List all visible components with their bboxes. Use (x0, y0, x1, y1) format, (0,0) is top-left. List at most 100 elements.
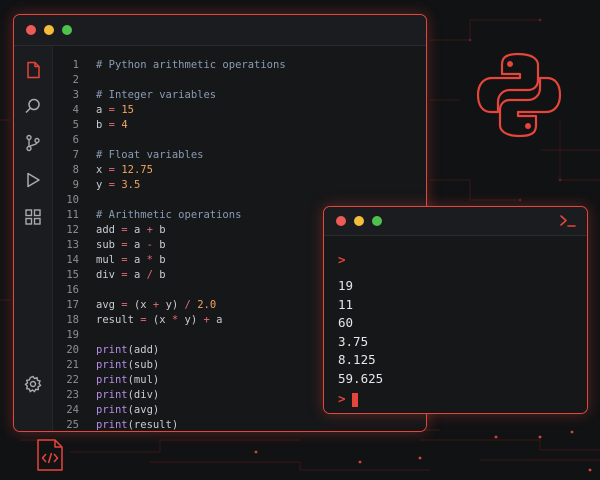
code-text: print(mul) (96, 373, 159, 388)
terminal-prompt-line: > (338, 252, 346, 268)
terminal-minimize-button[interactable] (354, 216, 364, 226)
prompt-symbol: > (338, 252, 346, 267)
code-token: 15 (121, 104, 134, 116)
code-line[interactable]: 6 (53, 133, 426, 148)
terminal-output-line: 19 (338, 278, 354, 293)
code-token: (result) (127, 419, 179, 431)
line-number: 13 (66, 239, 79, 251)
activity-bar (14, 46, 53, 431)
minimize-button[interactable] (44, 25, 54, 35)
code-token: 4 (121, 119, 128, 131)
code-text: div = a / b (96, 268, 166, 283)
code-text: # Integer variables (96, 88, 216, 103)
code-text: sub = a - b (96, 238, 166, 253)
code-text: # Arithmetic operations (96, 208, 241, 223)
code-token: b (152, 239, 166, 251)
code-token: 12.75 (121, 164, 153, 176)
maximize-button[interactable] (62, 25, 72, 35)
code-token: (avg) (127, 404, 160, 416)
code-line[interactable]: 7 # Float variables (53, 148, 426, 163)
code-token: a (96, 104, 109, 116)
extensions-icon[interactable] (24, 208, 42, 226)
editor-titlebar (14, 15, 426, 46)
line-number: 4 (72, 104, 79, 116)
python-logo (476, 52, 562, 138)
code-token: mul (96, 254, 122, 266)
file-icon[interactable] (24, 61, 42, 79)
code-token: a (127, 269, 147, 281)
line-number: 17 (66, 299, 79, 311)
line-number: 25 (66, 419, 79, 431)
code-token: (sub) (127, 359, 160, 371)
settings-icon[interactable] (24, 375, 42, 393)
code-line[interactable]: 1 # Python arithmetic operations (53, 58, 426, 73)
line-number: 9 (72, 179, 79, 191)
line-number: 11 (66, 209, 79, 221)
code-line[interactable]: 4 a = 15 (53, 103, 426, 118)
code-token: a (127, 254, 147, 266)
code-token: 2.0 (197, 299, 217, 311)
code-token: # Arithmetic operations (96, 209, 242, 221)
line-number: 20 (66, 344, 79, 356)
code-text: # Float variables (96, 148, 203, 163)
line-number: 12 (66, 224, 79, 236)
terminal-output-line: 11 (338, 296, 354, 312)
line-number: 18 (66, 314, 79, 326)
code-text: avg = (x + y) / 2.0 (96, 298, 216, 313)
line-number: 14 (66, 254, 79, 266)
code-token: # Integer variables (96, 89, 217, 101)
code-text: x = 12.75 (96, 163, 153, 178)
code-text: print(div) (96, 388, 159, 403)
code-token: x (96, 164, 109, 176)
code-line[interactable]: 3 # Integer variables (53, 88, 426, 103)
code-token: y (96, 179, 109, 191)
code-line[interactable]: 5 b = 4 (53, 118, 426, 133)
source-control-icon[interactable] (24, 134, 42, 152)
code-token: (mul) (127, 374, 160, 386)
line-number: 8 (72, 164, 79, 176)
code-line[interactable]: 2 (53, 73, 426, 88)
terminal-output-line: 3.75 (338, 333, 369, 349)
terminal-maximize-button[interactable] (372, 216, 382, 226)
code-token: print (96, 359, 128, 371)
code-token: b (152, 254, 166, 266)
code-token: print (96, 374, 128, 386)
line-number: 6 (72, 134, 79, 146)
code-token: print (96, 344, 128, 356)
close-button[interactable] (26, 25, 36, 35)
code-token: a (209, 314, 223, 326)
code-token: print (96, 419, 128, 431)
code-text: print(result) (96, 418, 179, 431)
terminal-close-button[interactable] (336, 216, 346, 226)
terminal-titlebar (324, 207, 587, 236)
line-number: 10 (66, 194, 79, 206)
code-text: # Python arithmetic operations (96, 58, 286, 73)
line-number: 24 (66, 404, 79, 416)
line-number: 22 (66, 374, 79, 386)
terminal-input-line[interactable]: > (338, 391, 358, 407)
terminal-output[interactable]: >19 11 60 3.75 8.125 59.625 > (324, 236, 587, 413)
code-text: y = 3.5 (96, 178, 140, 193)
code-text: print(add) (96, 343, 159, 358)
line-number: 5 (72, 119, 79, 131)
code-file-icon (37, 439, 63, 471)
terminal-window: >19 11 60 3.75 8.125 59.625 > (323, 206, 588, 414)
code-token: print (96, 389, 128, 401)
code-token: (x (146, 314, 172, 326)
code-token: (add) (127, 344, 160, 356)
run-icon[interactable] (24, 171, 42, 189)
line-number: 3 (72, 89, 79, 101)
code-text: print(avg) (96, 403, 159, 418)
code-token: b (96, 119, 109, 131)
search-icon[interactable] (24, 97, 42, 115)
code-token: a (127, 239, 147, 251)
line-number: 21 (66, 359, 79, 371)
code-line[interactable]: 8 x = 12.75 (53, 163, 426, 178)
code-text: print(sub) (96, 358, 159, 373)
terminal-output-line: 8.125 (338, 352, 376, 367)
code-token: avg (96, 299, 122, 311)
code-token: # Python arithmetic operations (96, 59, 286, 71)
code-line[interactable]: 9 y = 3.5 (53, 178, 426, 193)
code-text: a = 15 (96, 103, 134, 118)
code-line[interactable]: 25 print(result) (53, 418, 426, 431)
